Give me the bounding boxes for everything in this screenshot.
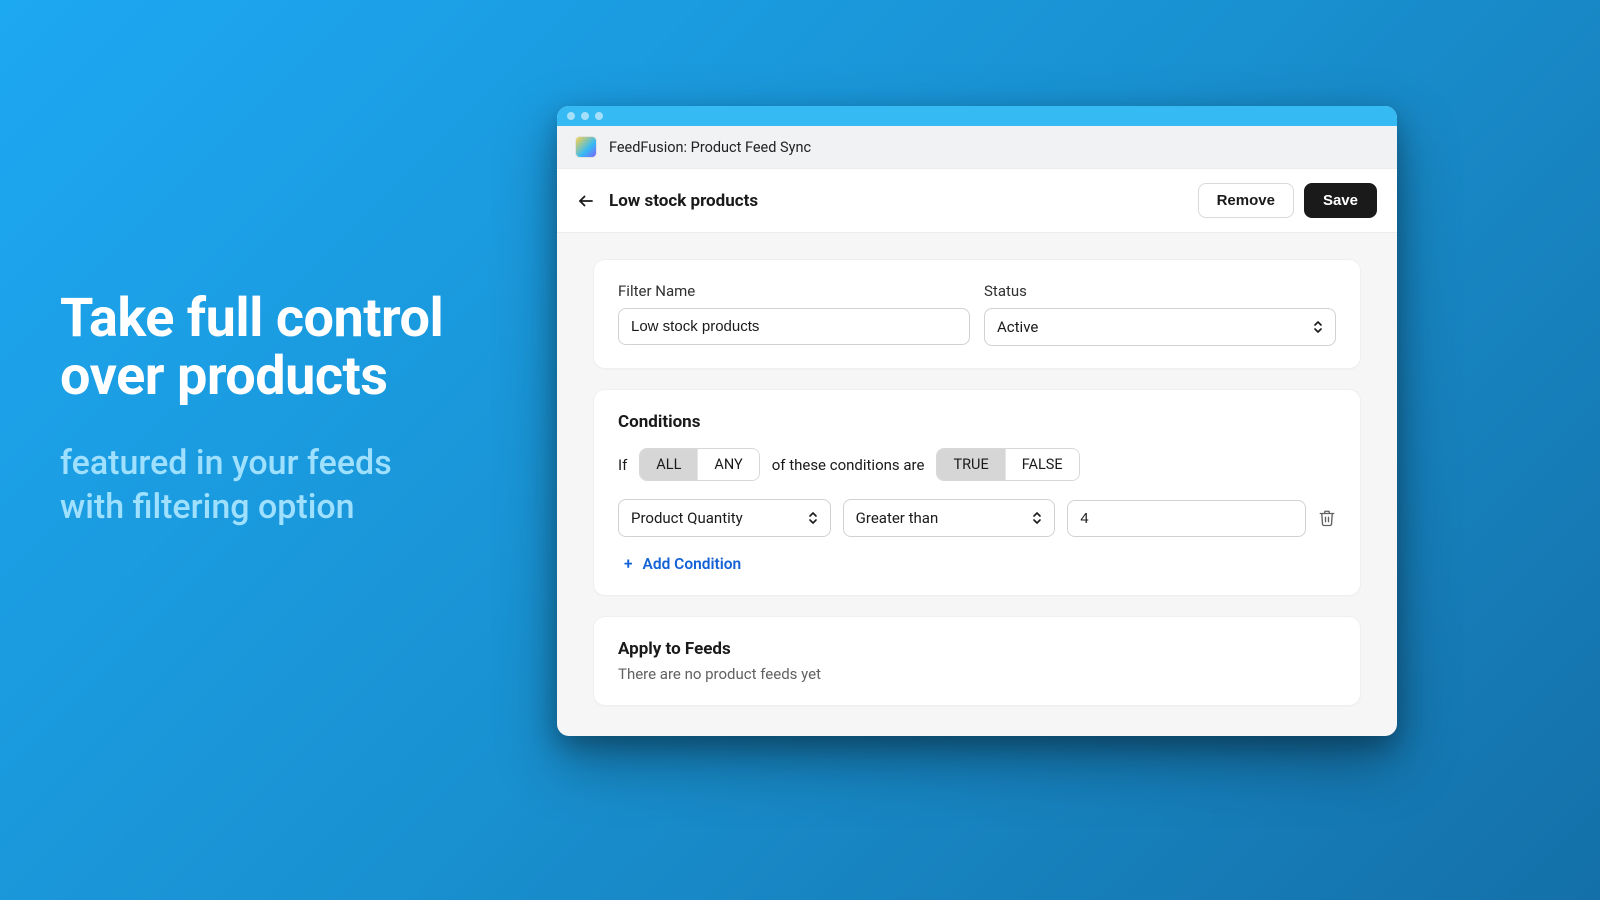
seg-any[interactable]: ANY bbox=[697, 449, 758, 480]
headline: Take full control over products bbox=[60, 290, 443, 407]
app-title: FeedFusion: Product Feed Sync bbox=[609, 139, 811, 156]
headline-line1: Take full control bbox=[60, 287, 443, 350]
headline-line2: over products bbox=[60, 345, 388, 408]
save-button[interactable]: Save bbox=[1304, 183, 1377, 218]
all-any-toggle: ALL ANY bbox=[639, 448, 759, 481]
traffic-light-icon bbox=[567, 112, 575, 120]
subhead-line2: with filtering option bbox=[60, 487, 355, 527]
traffic-light-icon bbox=[581, 112, 589, 120]
seg-all[interactable]: ALL bbox=[640, 449, 697, 480]
add-condition-label: Add Condition bbox=[643, 555, 742, 573]
mid-text: of these conditions are bbox=[772, 456, 925, 474]
filter-name-input[interactable] bbox=[618, 308, 970, 345]
conditions-sentence: If ALL ANY of these conditions are TRUE … bbox=[618, 448, 1336, 481]
remove-button[interactable]: Remove bbox=[1198, 183, 1294, 218]
plus-icon: + bbox=[624, 555, 633, 573]
seg-true[interactable]: TRUE bbox=[937, 449, 1004, 480]
apply-to-feeds-card: Apply to Feeds There are no product feed… bbox=[593, 616, 1361, 706]
conditions-card: Conditions If ALL ANY of these condition… bbox=[593, 389, 1361, 596]
status-select[interactable]: Active bbox=[984, 308, 1336, 346]
page-content: Filter Name Status Active Conditions If … bbox=[557, 233, 1397, 736]
app-icon bbox=[575, 136, 597, 158]
back-arrow-icon[interactable] bbox=[577, 192, 595, 210]
condition-operator-value: Greater than bbox=[843, 499, 1056, 537]
trash-icon[interactable] bbox=[1318, 509, 1336, 527]
conditions-title: Conditions bbox=[618, 412, 1336, 432]
app-window: FeedFusion: Product Feed Sync Low stock … bbox=[557, 106, 1397, 736]
condition-row: Product Quantity Greater than bbox=[618, 499, 1336, 537]
window-titlebar bbox=[557, 106, 1397, 126]
status-select-value: Active bbox=[984, 308, 1336, 346]
page-header: Low stock products Remove Save bbox=[557, 169, 1397, 233]
apply-to-feeds-title: Apply to Feeds bbox=[618, 639, 1336, 659]
condition-operator-select[interactable]: Greater than bbox=[843, 499, 1056, 537]
condition-field-select[interactable]: Product Quantity bbox=[618, 499, 831, 537]
app-bar: FeedFusion: Product Feed Sync bbox=[557, 126, 1397, 169]
status-label: Status bbox=[984, 282, 1336, 300]
traffic-light-icon bbox=[595, 112, 603, 120]
filter-name-label: Filter Name bbox=[618, 282, 970, 300]
true-false-toggle: TRUE FALSE bbox=[936, 448, 1079, 481]
filter-details-card: Filter Name Status Active bbox=[593, 259, 1361, 369]
add-condition-button[interactable]: + Add Condition bbox=[624, 555, 741, 573]
apply-to-feeds-empty: There are no product feeds yet bbox=[618, 665, 1336, 683]
seg-false[interactable]: FALSE bbox=[1005, 449, 1079, 480]
subhead-line1: featured in your feeds bbox=[60, 443, 392, 483]
marketing-copy: Take full control over products featured… bbox=[60, 290, 443, 529]
condition-field-value: Product Quantity bbox=[618, 499, 831, 537]
page-title: Low stock products bbox=[609, 191, 758, 211]
condition-value-input[interactable] bbox=[1067, 500, 1306, 537]
subhead: featured in your feeds with filtering op… bbox=[60, 441, 443, 529]
if-text: If bbox=[618, 456, 627, 474]
